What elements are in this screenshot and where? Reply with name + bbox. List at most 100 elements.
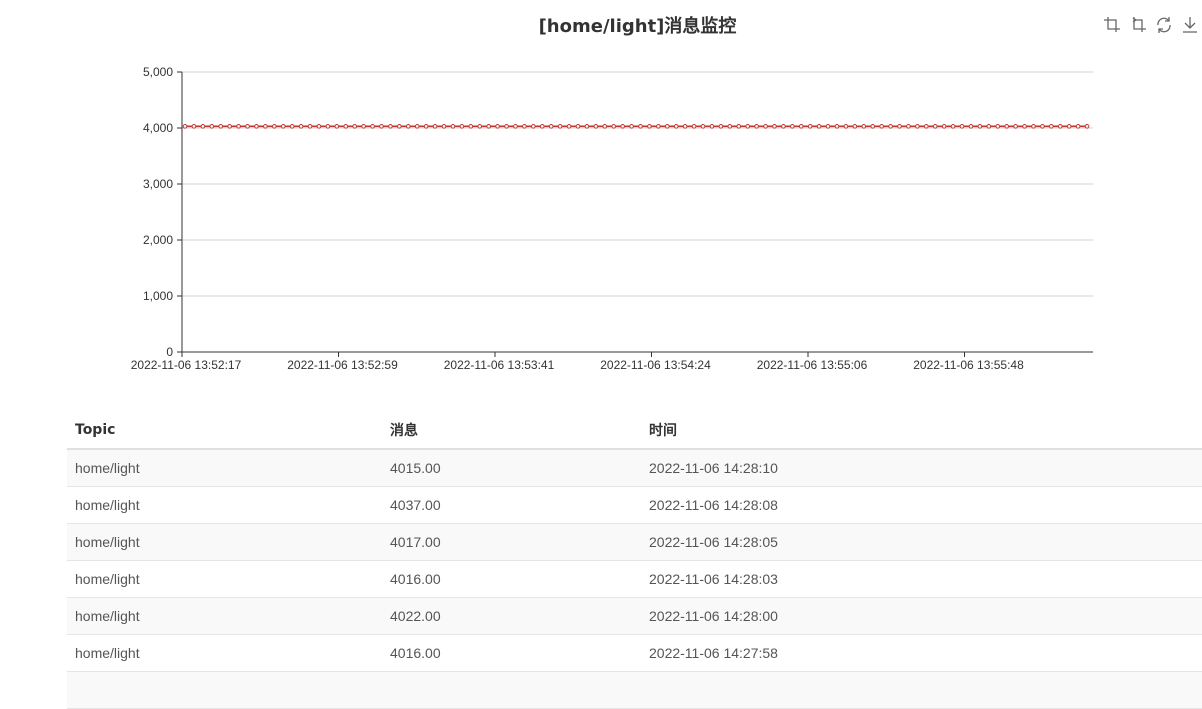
data-point xyxy=(897,124,902,129)
data-point xyxy=(557,124,563,129)
data-point xyxy=(629,124,634,129)
cell-message: 4022.00 xyxy=(382,597,641,635)
data-point xyxy=(361,124,366,129)
data-point xyxy=(995,124,1001,129)
cell-message: 4017.00 xyxy=(382,523,641,561)
x-tick-label: 2022-11-06 13:52:59 xyxy=(287,358,398,372)
table-row[interactable]: home/light 4016.00 2022-11-06 14:27:58 xyxy=(67,634,1202,672)
cell-message: 4015.00 xyxy=(382,449,641,487)
data-point xyxy=(959,124,965,129)
table-row[interactable]: home/light 4022.00 2022-11-06 14:28:00 xyxy=(67,597,1202,635)
data-point xyxy=(798,124,804,129)
table-header-row: Topic 消息 时间 xyxy=(67,411,1202,450)
x-tick-label: 2022-11-06 13:55:06 xyxy=(757,358,868,372)
data-point xyxy=(218,124,224,129)
data-point xyxy=(638,124,643,129)
data-point xyxy=(441,124,447,129)
data-point xyxy=(736,124,742,129)
data-point xyxy=(423,124,429,129)
data-point xyxy=(486,124,491,129)
data-point xyxy=(745,124,750,129)
cell-time xyxy=(641,671,1202,709)
data-point xyxy=(691,124,697,129)
data-point xyxy=(298,124,304,129)
header-message[interactable]: 消息 xyxy=(382,411,641,450)
cell-topic xyxy=(67,671,382,709)
data-point xyxy=(495,124,500,129)
y-tick-label: 2,000 xyxy=(143,233,173,247)
cell-message: 4037.00 xyxy=(382,486,641,524)
data-point xyxy=(718,124,724,129)
data-point xyxy=(664,124,670,129)
table-row[interactable]: home/light 4016.00 2022-11-06 14:28:03 xyxy=(67,560,1202,598)
data-point xyxy=(334,124,340,129)
y-tick-label: 4,000 xyxy=(143,121,173,135)
data-point xyxy=(709,124,715,129)
data-point xyxy=(289,124,295,129)
data-point xyxy=(566,124,572,129)
data-point xyxy=(950,124,956,129)
data-point xyxy=(807,124,813,129)
data-point xyxy=(1022,124,1027,129)
cell-topic: home/light xyxy=(67,449,382,487)
data-point xyxy=(593,124,599,129)
data-point xyxy=(941,124,947,129)
data-point xyxy=(932,124,938,129)
data-point xyxy=(325,124,331,129)
x-tick-label: 2022-11-06 13:52:17 xyxy=(131,358,242,372)
data-point xyxy=(504,124,509,129)
data-point xyxy=(548,124,554,129)
table-row[interactable]: home/light 4015.00 2022-11-06 14:28:10 xyxy=(67,449,1202,487)
data-point xyxy=(414,124,420,129)
data-point xyxy=(1049,124,1054,129)
data-point xyxy=(370,124,375,129)
data-point xyxy=(816,124,822,129)
cell-topic: home/light xyxy=(67,486,382,524)
data-point xyxy=(834,124,840,129)
cell-time: 2022-11-06 14:28:05 xyxy=(641,523,1202,561)
data-point xyxy=(647,124,652,129)
cell-time: 2022-11-06 14:27:58 xyxy=(641,634,1202,672)
data-point xyxy=(754,124,759,129)
data-point xyxy=(1013,124,1018,129)
data-point xyxy=(879,124,884,129)
table-row[interactable]: home/light 4017.00 2022-11-06 14:28:05 xyxy=(67,523,1202,561)
cell-time: 2022-11-06 14:28:00 xyxy=(641,597,1202,635)
data-point xyxy=(513,124,518,129)
data-point xyxy=(254,124,259,129)
y-tick-label: 0 xyxy=(166,345,173,359)
data-point xyxy=(388,124,393,129)
table-row[interactable] xyxy=(67,671,1202,709)
data-point xyxy=(477,124,483,129)
data-point xyxy=(656,124,661,129)
data-point xyxy=(191,124,197,129)
data-point xyxy=(986,124,992,129)
data-point xyxy=(245,124,250,129)
data-point xyxy=(539,124,545,129)
cell-topic: home/light xyxy=(67,634,382,672)
data-point xyxy=(1031,124,1036,129)
data-point xyxy=(280,124,286,129)
y-tick-label: 1,000 xyxy=(143,289,173,303)
data-point xyxy=(1084,124,1090,129)
data-point xyxy=(924,124,929,129)
table-row[interactable]: home/light 4037.00 2022-11-06 14:28:08 xyxy=(67,486,1202,524)
data-point xyxy=(432,124,438,129)
header-topic[interactable]: Topic xyxy=(67,411,382,450)
data-point xyxy=(236,124,241,129)
data-point xyxy=(1066,124,1072,129)
data-point xyxy=(209,124,215,129)
y-tick-label: 3,000 xyxy=(143,177,173,191)
data-point xyxy=(397,124,402,129)
data-point xyxy=(307,124,313,129)
cell-message xyxy=(382,671,641,709)
message-table: Topic 消息 时间 home/light 4015.00 2022-11-0… xyxy=(67,411,1202,709)
data-point xyxy=(468,124,474,129)
data-point xyxy=(1040,124,1045,129)
data-point xyxy=(843,124,849,129)
data-point xyxy=(620,124,625,129)
data-point xyxy=(352,124,357,129)
data-point xyxy=(1004,124,1009,129)
header-time[interactable]: 时间 xyxy=(641,411,1202,450)
data-point xyxy=(182,124,188,129)
